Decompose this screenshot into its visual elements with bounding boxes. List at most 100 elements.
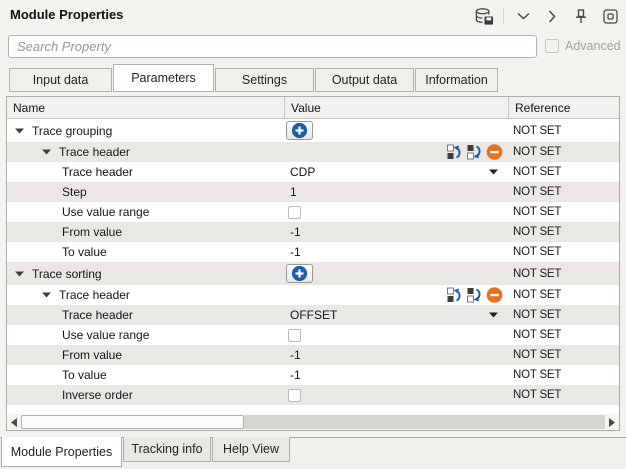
value-text[interactable]: -1 bbox=[284, 245, 301, 259]
value-text[interactable]: -1 bbox=[284, 348, 301, 362]
property-value-cell[interactable]: OFFSET bbox=[284, 305, 508, 325]
combo-dropdown-icon[interactable] bbox=[489, 312, 498, 318]
expander-icon[interactable] bbox=[15, 271, 24, 277]
reference-value: NOT SET bbox=[513, 329, 561, 341]
reference-cell: NOT SET bbox=[508, 166, 619, 178]
reference-cell: NOT SET bbox=[508, 289, 619, 301]
table-row[interactable]: Trace sorting NOT SET bbox=[7, 262, 619, 285]
remove-icon[interactable] bbox=[486, 144, 503, 161]
move-up-icon[interactable] bbox=[446, 287, 463, 304]
value-checkbox[interactable] bbox=[288, 329, 301, 342]
property-name-cell: To value bbox=[7, 365, 284, 385]
table-row[interactable]: Trace header NOT SET bbox=[7, 142, 619, 162]
table-row[interactable]: Use value rangeNOT SET bbox=[7, 202, 619, 222]
value-text[interactable]: -1 bbox=[284, 368, 301, 382]
property-value-cell[interactable] bbox=[284, 119, 508, 142]
add-item-button[interactable] bbox=[286, 264, 313, 283]
database-save-icon[interactable] bbox=[474, 6, 494, 26]
table-row[interactable]: Trace headerOFFSET NOT SET bbox=[7, 305, 619, 325]
move-down-icon[interactable] bbox=[466, 287, 483, 304]
property-name-cell: From value bbox=[7, 345, 284, 365]
table-row[interactable]: From value-1NOT SET bbox=[7, 345, 619, 365]
tab-parameters[interactable]: Parameters bbox=[113, 64, 214, 92]
combo-dropdown-icon[interactable] bbox=[489, 169, 498, 175]
table-row[interactable]: Step1NOT SET bbox=[7, 182, 619, 202]
value-checkbox[interactable] bbox=[288, 389, 301, 402]
property-value-cell[interactable]: -1 bbox=[284, 345, 508, 365]
expander-icon[interactable] bbox=[42, 149, 51, 155]
chevron-right-icon[interactable] bbox=[542, 6, 562, 26]
bottom-tab-help-view[interactable]: Help View bbox=[212, 437, 290, 462]
advanced-checkbox[interactable] bbox=[545, 39, 559, 53]
search-input[interactable] bbox=[8, 35, 537, 58]
table-row[interactable]: Inverse orderNOT SET bbox=[7, 385, 619, 405]
tab-input-data[interactable]: Input data bbox=[9, 68, 112, 92]
table-row[interactable]: From value-1NOT SET bbox=[7, 222, 619, 242]
reference-value: NOT SET bbox=[513, 146, 561, 158]
property-value-cell[interactable] bbox=[284, 285, 508, 305]
table-row[interactable]: To value-1NOT SET bbox=[7, 242, 619, 262]
table-row[interactable]: To value-1 NOT SET bbox=[7, 365, 619, 385]
reference-cell: NOT SET bbox=[508, 389, 619, 401]
property-value-cell[interactable]: -1 bbox=[284, 242, 508, 262]
property-name: Trace grouping bbox=[32, 124, 112, 138]
table-row[interactable]: Trace grouping NOT SET bbox=[7, 119, 619, 142]
property-name: Trace header bbox=[62, 308, 133, 322]
value-checkbox[interactable] bbox=[288, 206, 301, 219]
bottom-tab-module-properties[interactable]: Module Properties bbox=[1, 437, 122, 467]
advanced-label: Advanced bbox=[565, 39, 621, 53]
table-row[interactable]: Trace header CDP NOT SET bbox=[7, 162, 619, 182]
property-name-cell: From value bbox=[7, 222, 284, 242]
scrollbar-track[interactable] bbox=[244, 415, 605, 429]
tab-information[interactable]: Information bbox=[415, 68, 498, 92]
property-value-cell[interactable]: -1 bbox=[284, 365, 508, 385]
reference-cell: NOT SET bbox=[508, 268, 619, 280]
move-down-icon[interactable] bbox=[466, 144, 483, 161]
reference-cell: NOT SET bbox=[508, 246, 619, 258]
column-header-name[interactable]: Name bbox=[7, 97, 284, 118]
reference-value: NOT SET bbox=[513, 166, 561, 178]
tab-output-data[interactable]: Output data bbox=[315, 68, 414, 92]
property-value-cell[interactable]: CDP bbox=[284, 162, 508, 182]
column-header-value[interactable]: Value bbox=[284, 97, 508, 118]
property-value-cell[interactable] bbox=[284, 202, 508, 222]
property-name-cell: Trace header bbox=[7, 162, 284, 182]
expander-icon[interactable] bbox=[15, 128, 24, 134]
move-up-icon[interactable] bbox=[446, 144, 463, 161]
scroll-left-icon[interactable] bbox=[7, 414, 21, 430]
row-actions bbox=[446, 144, 503, 161]
reference-value: NOT SET bbox=[513, 125, 561, 137]
property-value-cell[interactable]: -1 bbox=[284, 222, 508, 242]
bottom-tab-bar: Module PropertiesTracking infoHelp View bbox=[0, 437, 626, 469]
table-header-row: Name Value Reference bbox=[7, 97, 619, 119]
column-header-reference[interactable]: Reference bbox=[508, 97, 619, 118]
table-row[interactable]: Trace header NOT SET bbox=[7, 285, 619, 305]
property-value-cell[interactable]: 1 bbox=[284, 182, 508, 202]
property-value-cell[interactable] bbox=[284, 325, 508, 345]
scrollbar-thumb[interactable] bbox=[21, 415, 244, 429]
property-name: Trace header bbox=[62, 165, 133, 179]
property-name-cell: Trace header bbox=[7, 305, 284, 325]
float-icon[interactable] bbox=[600, 6, 620, 26]
chevron-down-icon[interactable] bbox=[513, 6, 533, 26]
combo-value[interactable]: CDP bbox=[284, 165, 315, 179]
property-name-cell: Use value range bbox=[7, 202, 284, 222]
remove-icon[interactable] bbox=[486, 287, 503, 304]
tab-settings[interactable]: Settings bbox=[215, 68, 314, 92]
combo-value[interactable]: OFFSET bbox=[284, 308, 337, 322]
expander-icon[interactable] bbox=[42, 292, 51, 298]
property-value-cell[interactable] bbox=[284, 385, 508, 405]
bottom-tab-tracking-info[interactable]: Tracking info bbox=[123, 437, 211, 462]
property-name-cell: Step bbox=[7, 182, 284, 202]
value-text[interactable]: -1 bbox=[284, 225, 301, 239]
value-text[interactable]: 1 bbox=[284, 185, 297, 199]
property-value-cell[interactable] bbox=[284, 262, 508, 285]
property-name: Trace header bbox=[59, 288, 130, 302]
pin-icon[interactable] bbox=[571, 6, 591, 26]
table-row[interactable]: Use value rangeNOT SET bbox=[7, 325, 619, 345]
scroll-right-icon[interactable] bbox=[605, 414, 619, 430]
property-value-cell[interactable] bbox=[284, 142, 508, 162]
reference-value: NOT SET bbox=[513, 369, 561, 381]
property-name-cell: Trace grouping bbox=[7, 119, 284, 142]
add-item-button[interactable] bbox=[286, 121, 313, 140]
